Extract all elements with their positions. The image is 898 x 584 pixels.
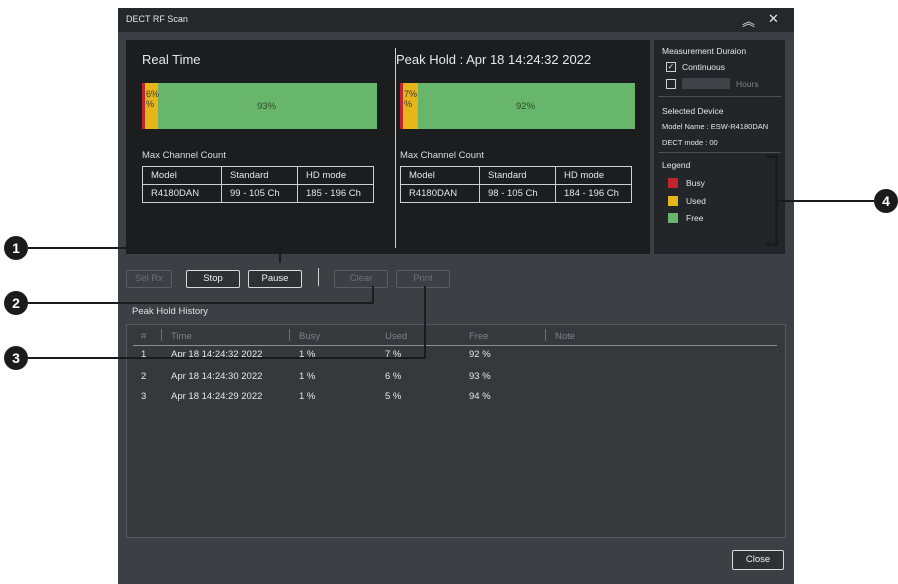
legend-used-swatch bbox=[668, 196, 678, 206]
callout-badge-3: 3 bbox=[4, 346, 28, 370]
callout-bracket-4 bbox=[766, 243, 778, 246]
realtime-channel-table: Model Standard HD mode R4180DAN 99 - 105… bbox=[142, 166, 374, 203]
legend-used-label: Used bbox=[686, 196, 706, 206]
side-divider bbox=[658, 96, 781, 97]
row-time: Apr 18 14:24:29 2022 bbox=[171, 391, 263, 402]
row-free: 92 % bbox=[469, 349, 491, 360]
cell-hd-mode: 185 - 196 Ch bbox=[297, 184, 374, 203]
row-busy: 1 % bbox=[299, 371, 316, 382]
row-free: 94 % bbox=[469, 391, 491, 402]
cell-standard: 98 - 105 Ch bbox=[479, 184, 556, 203]
legend-busy-label: Busy bbox=[686, 178, 705, 188]
legend-busy-swatch bbox=[668, 178, 678, 188]
history-col-divider bbox=[545, 329, 546, 341]
col-model: Model bbox=[142, 166, 222, 185]
sel-rx-button[interactable]: Sel Rx bbox=[126, 270, 172, 288]
peak-hold-history-title: Peak Hold History bbox=[132, 306, 209, 317]
side-divider bbox=[658, 152, 781, 153]
cell-standard: 99 - 105 Ch bbox=[221, 184, 298, 203]
callout-line-2 bbox=[28, 302, 374, 304]
clear-button[interactable]: Clear bbox=[334, 270, 388, 288]
pause-button[interactable]: Pause bbox=[248, 270, 302, 288]
col-hd-mode: HD mode bbox=[555, 166, 632, 185]
panel-divider bbox=[395, 48, 396, 248]
row-free: 93 % bbox=[469, 371, 491, 382]
chevron-up-icon[interactable]: ︽ bbox=[742, 11, 755, 30]
col-standard: Standard bbox=[479, 166, 556, 185]
peakhold-bar: 7%% 92% bbox=[400, 83, 635, 129]
row-index: 3 bbox=[141, 391, 147, 402]
history-col-index: # bbox=[141, 331, 147, 342]
peakhold-used-label: 7%% bbox=[404, 89, 418, 109]
history-header-line bbox=[133, 345, 777, 346]
cell-model: R4180DAN bbox=[400, 184, 480, 203]
peakhold-channel-table: Model Standard HD mode R4180DAN 98 - 105… bbox=[400, 166, 632, 203]
history-col-note: Note bbox=[555, 331, 576, 342]
peakhold-max-channel-label: Max Channel Count bbox=[400, 150, 484, 161]
close-icon[interactable]: ✕ bbox=[768, 11, 779, 27]
toolbar-separator bbox=[318, 268, 319, 286]
col-hd-mode: HD mode bbox=[297, 166, 374, 185]
continuous-label: Continuous bbox=[682, 62, 726, 72]
callout-line-3 bbox=[424, 286, 426, 359]
history-col-used: Used bbox=[385, 331, 408, 342]
col-standard: Standard bbox=[221, 166, 298, 185]
print-button[interactable]: Print bbox=[396, 270, 450, 288]
legend-free-label: Free bbox=[686, 213, 704, 223]
scan-panel: Real Time 6%% 93% Max Channel Count Mode… bbox=[126, 40, 650, 254]
row-time: Apr 18 14:24:30 2022 bbox=[171, 371, 263, 382]
legend-free-swatch bbox=[668, 213, 678, 223]
side-panel: Measurement Duraion ✓ Continuous Hours S… bbox=[654, 40, 785, 254]
hours-checkbox[interactable] bbox=[666, 79, 676, 89]
hours-label: Hours bbox=[736, 79, 759, 89]
callout-line-3 bbox=[28, 357, 426, 359]
realtime-free-label: 93% bbox=[257, 101, 277, 112]
callout-line-4 bbox=[778, 200, 874, 202]
history-col-divider bbox=[289, 329, 290, 341]
dect-rf-scan-window: DECT RF Scan ︽ ✕ Real Time 6%% 93% Max C… bbox=[118, 8, 794, 584]
row-used: 5 % bbox=[385, 391, 402, 402]
title-bar: DECT RF Scan ︽ ✕ bbox=[118, 8, 794, 32]
measurement-duration-title: Measurement Duraion bbox=[662, 46, 747, 56]
history-col-time: Time bbox=[171, 331, 192, 342]
peakhold-title: Peak Hold : Apr 18 14:24:32 2022 bbox=[396, 52, 592, 67]
realtime-title: Real Time bbox=[142, 52, 201, 67]
history-col-divider bbox=[161, 329, 162, 341]
callout-badge-4: 4 bbox=[874, 189, 898, 213]
row-index: 2 bbox=[141, 371, 147, 382]
legend-title: Legend bbox=[662, 160, 691, 170]
cell-hd-mode: 184 - 196 Ch bbox=[555, 184, 632, 203]
col-model: Model bbox=[400, 166, 480, 185]
callout-line-1 bbox=[28, 247, 281, 249]
callout-badge-2: 2 bbox=[4, 291, 28, 315]
model-name: Model Name : ESW-R4180DAN bbox=[662, 122, 769, 131]
dect-mode: DECT mode : 00 bbox=[662, 138, 718, 147]
continuous-checkbox[interactable]: ✓ bbox=[666, 62, 676, 72]
history-col-busy: Busy bbox=[299, 331, 321, 342]
realtime-bar: 6%% 93% bbox=[142, 83, 377, 129]
callout-line-1 bbox=[279, 247, 281, 263]
history-col-free: Free bbox=[469, 331, 489, 342]
row-busy: 1 % bbox=[299, 391, 316, 402]
row-used: 6 % bbox=[385, 371, 402, 382]
selected-device-title: Selected Device bbox=[662, 106, 724, 116]
callout-bracket-4 bbox=[766, 155, 778, 158]
stop-button[interactable]: Stop bbox=[186, 270, 240, 288]
callout-badge-1: 1 bbox=[4, 236, 28, 260]
close-button[interactable]: Close bbox=[732, 550, 784, 570]
realtime-max-channel-label: Max Channel Count bbox=[142, 150, 226, 161]
callout-line-2 bbox=[372, 286, 374, 304]
peakhold-free-label: 92% bbox=[516, 101, 536, 112]
window-title: DECT RF Scan bbox=[126, 14, 188, 24]
callout-bracket-4 bbox=[775, 155, 778, 246]
hours-input[interactable] bbox=[682, 78, 730, 89]
cell-model: R4180DAN bbox=[142, 184, 222, 203]
realtime-used-label: 6%% bbox=[146, 89, 160, 109]
